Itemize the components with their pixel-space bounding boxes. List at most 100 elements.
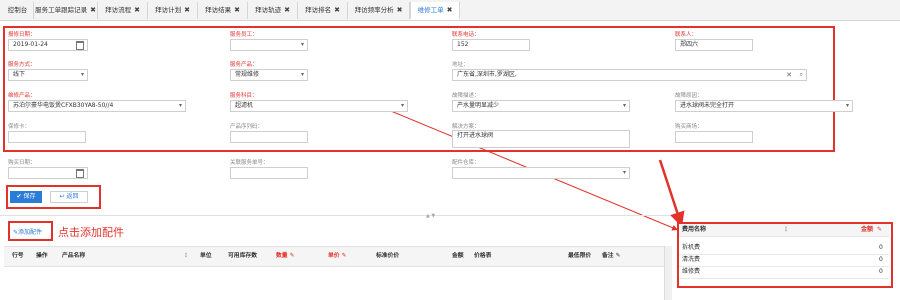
report-date-input[interactable]: 2019-01-24 — [8, 39, 88, 51]
calendar-icon[interactable] — [76, 41, 84, 50]
back-label: 返回 — [66, 193, 79, 200]
contact-person-value: 郑四六 — [680, 41, 699, 48]
edit-icon: ✎ — [341, 253, 347, 259]
arrow-line — [658, 159, 685, 228]
purchase-mall-input[interactable] — [675, 131, 753, 143]
chevron-down-icon: ▾ — [622, 102, 626, 109]
fee-amount: 0 — [879, 268, 883, 275]
fee-name: 清洗费 — [682, 256, 701, 263]
calendar-icon[interactable] — [76, 169, 84, 178]
service-mode-value: 线下 — [13, 71, 26, 78]
address-value: 广东省,深圳市,罗湖区, — [457, 71, 517, 78]
col-remark: 备注 ✎ — [602, 247, 621, 265]
fault-reason-value: 进水球阀未完全打开 — [680, 102, 735, 109]
col-min-price: 最低限价 — [568, 253, 592, 259]
table-row[interactable]: 维修费 0 — [679, 266, 889, 279]
vertical-scrollbar[interactable] — [664, 246, 672, 300]
service-subject-select[interactable]: 超滤机 ▾ — [230, 100, 408, 112]
annotation-text: 点击添加配件 — [58, 226, 124, 239]
repair-product-select[interactable]: 苏泊尔豪华电饭煲CFXB30YA8-50//4 ▾ — [8, 100, 186, 112]
product-serial-label: 产品序列码： — [230, 124, 264, 130]
col-action: 操作 — [36, 253, 48, 259]
col-unit: 单位 — [200, 253, 212, 259]
col-price-list: 价格表 — [474, 253, 492, 259]
service-staff-select[interactable]: ▾ — [230, 39, 308, 51]
service-product-select[interactable]: 常规维修 ▾ — [230, 69, 308, 81]
col-unit-price: 单价 ✎ — [328, 247, 347, 265]
related-order-label: 关联服务单号： — [230, 160, 269, 166]
contact-person-label: 联系人： — [675, 32, 698, 38]
purchase-date-label: 购买日期： — [8, 160, 36, 166]
related-order-input[interactable] — [230, 167, 308, 179]
col-standard-price: 标准价价 — [376, 253, 400, 259]
back-button[interactable]: ↩ 返回 — [50, 191, 88, 203]
fault-desc-label: 故障描述： — [452, 93, 480, 99]
service-staff-label: 服务员工： — [230, 32, 258, 38]
report-date-value: 2019-01-24 — [13, 41, 48, 48]
fault-reason-select[interactable]: 进水球阀未完全打开 ▾ — [675, 100, 853, 112]
purchase-mall-label: 购买商场： — [675, 124, 703, 130]
contact-phone-input[interactable]: 152 — [452, 39, 530, 51]
fee-name: 拆机费 — [682, 244, 701, 251]
clear-icon[interactable]: ✕ — [786, 70, 792, 80]
col-stock: 可用库存数 — [228, 253, 257, 259]
fault-reason-label: 故障原因： — [675, 93, 703, 99]
collapse-handle-icon[interactable]: ▲ ▼ — [426, 213, 446, 219]
chevron-down-icon: ▾ — [300, 71, 304, 78]
col-amount: 金额 — [452, 253, 464, 259]
save-label: 保存 — [23, 193, 36, 200]
service-product-label: 服务产品： — [230, 62, 258, 68]
edit-icon: ✎ — [877, 226, 883, 233]
col-row-no: 行号 — [12, 253, 24, 259]
col-quantity-label: 数量 — [276, 253, 288, 259]
contact-phone-label: 联系电话： — [452, 32, 480, 38]
address-input[interactable]: 广东省,深圳市,罗湖区, ✕ ⌕ — [452, 69, 807, 81]
fee-amount: 0 — [879, 244, 883, 251]
parts-warehouse-select[interactable]: ▾ — [452, 167, 630, 179]
fee-name: 维修费 — [682, 268, 701, 275]
add-part-label: 添加配件 — [18, 229, 43, 236]
chevron-down-icon: ▾ — [80, 71, 84, 78]
warranty-card-input[interactable] — [8, 131, 86, 143]
save-button[interactable]: ✔ 保存 — [10, 191, 42, 203]
product-serial-input[interactable] — [230, 131, 308, 143]
col-remark-label: 备注 — [602, 253, 614, 259]
parts-warehouse-label: 配件仓库： — [452, 160, 480, 166]
report-date-label: 报修日期： — [8, 32, 36, 38]
search-icon[interactable]: ⌕ — [800, 70, 803, 80]
repair-product-label: 维修产品： — [8, 93, 36, 99]
service-mode-label: 服务方式： — [8, 62, 36, 68]
edit-icon: ✎ — [615, 253, 621, 259]
fee-table: 费用名称 ⋮ 金额 ✎ 拆机费 0 清洗费 0 维修费 0 — [679, 224, 889, 288]
fault-desc-select[interactable]: 产水量明显减少 ▾ — [452, 100, 630, 112]
solution-label: 解决方案： — [452, 124, 480, 130]
col-fee-amount: 金额 — [861, 226, 874, 233]
column-menu-icon[interactable]: ⋮ — [183, 247, 189, 265]
fault-desc-value: 产水量明显减少 — [457, 102, 500, 109]
chevron-down-icon: ▾ — [300, 41, 304, 48]
section-divider — [0, 215, 670, 216]
column-menu-icon[interactable]: ⋮ — [783, 224, 789, 236]
chevron-down-icon: ▾ — [622, 169, 626, 176]
solution-value: 打开进水球阀 — [457, 132, 494, 139]
service-subject-value: 超滤机 — [235, 102, 254, 109]
col-quantity: 数量 ✎ — [276, 247, 295, 265]
service-mode-select[interactable]: 线下 ▾ — [8, 69, 88, 81]
col-unit-price-label: 单价 — [328, 253, 340, 259]
col-fee-name: 费用名称 — [682, 226, 707, 233]
add-part-button[interactable]: ✎添加配件 — [13, 227, 42, 236]
chevron-down-icon: ▾ — [178, 102, 182, 109]
service-product-value: 常规维修 — [235, 71, 260, 78]
service-subject-label: 服务科目： — [230, 93, 258, 99]
solution-textarea[interactable]: 打开进水球阀 — [452, 130, 630, 148]
contact-phone-value: 152 — [457, 41, 469, 48]
fee-amount: 0 — [879, 256, 883, 263]
chevron-down-icon: ▾ — [845, 102, 849, 109]
fee-table-header: 费用名称 ⋮ 金额 ✎ — [679, 224, 889, 237]
address-label: 地址： — [452, 62, 469, 68]
contact-person-input[interactable]: 郑四六 — [675, 39, 753, 51]
purchase-date-input[interactable] — [8, 167, 88, 179]
col-product-name: 产品名称 — [62, 253, 86, 259]
chevron-down-icon: ▾ — [400, 102, 404, 109]
repair-product-value: 苏泊尔豪华电饭煲CFXB30YA8-50//4 — [13, 102, 114, 109]
